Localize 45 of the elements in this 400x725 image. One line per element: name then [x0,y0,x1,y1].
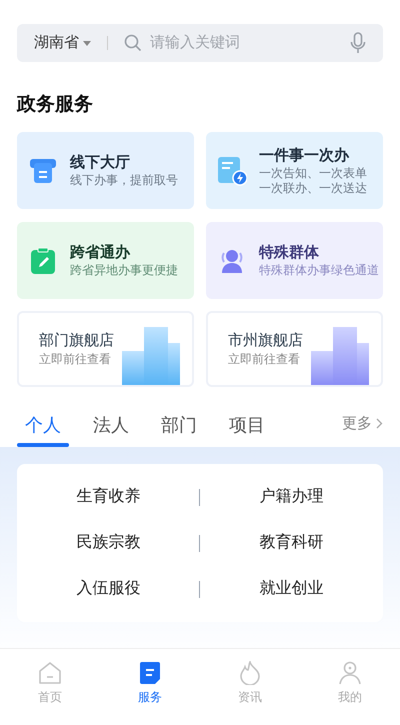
region-dropdown[interactable]: 湖南省 [34,32,91,54]
card-subtitle: 线下办事，提前取号 [70,173,178,188]
category-link[interactable]: 民族宗教 [76,531,140,555]
category-link[interactable]: 户籍办理 [260,485,324,509]
service-card[interactable]: 一件事一次办 一次告知、一次表单 一次联办、一次送达 [206,132,383,209]
card-subtitle: 立即前往查看 [39,351,112,367]
more-link[interactable]: 更多 [342,412,383,435]
card-title: 特殊群体 [259,243,320,263]
card-subtitle: 跨省异地办事更便捷 [70,263,178,278]
category-link[interactable]: 教育科研 [260,531,324,555]
home-icon [38,661,62,685]
chevron-right-icon [376,418,383,430]
service-card[interactable]: 跨省通办 跨省异地办事更便捷 [17,222,194,299]
card-title: 线下大厅 [70,153,131,173]
card-subtitle: 特殊群体办事绿色通道 [259,263,379,278]
search-field[interactable]: 湖南省 请输入关键词 [17,24,383,62]
card-title: 跨省通办 [70,243,132,263]
store-card[interactable]: 部门旗舰店 立即前往查看 [17,311,194,387]
clipboard-pen-icon [30,246,56,274]
service-card[interactable]: 线下大厅 线下办事，提前取号 [17,132,194,209]
document-icon [139,661,161,685]
document-bolt-icon [217,156,247,186]
category-link[interactable]: 生育收养 [76,485,140,509]
category-link[interactable]: 入伍服役 [76,577,140,601]
tab[interactable]: 项目 [221,413,273,447]
search-icon [124,34,142,52]
ticket-machine-icon [29,158,57,184]
section-title: 政务服务 [17,93,94,117]
card-title: 一件事一次办 [259,146,350,166]
store-card[interactable]: 市州旗舰店 立即前往查看 [206,311,383,387]
person-icon [339,661,361,685]
tab[interactable]: 个人 [17,413,69,447]
card-subtitle: 立即前往查看 [228,351,301,367]
flame-icon [239,661,261,685]
nav-tab[interactable]: 服务 [100,649,200,725]
card-subtitle: 一次告知、一次表单 [259,166,367,180]
card-subtitle: 一次联办、一次送达 [259,180,367,196]
tab[interactable]: 法人 [85,413,137,447]
card-title: 市州旗舰店 [228,331,303,351]
caret-icon [83,40,91,46]
card-title: 部门旗舰店 [39,331,114,351]
category-link[interactable]: 就业创业 [260,577,324,601]
microphone-icon[interactable] [350,32,366,54]
tab[interactable]: 部门 [153,413,205,447]
service-card[interactable]: 特殊群体 特殊群体办事绿色通道 [206,222,383,299]
